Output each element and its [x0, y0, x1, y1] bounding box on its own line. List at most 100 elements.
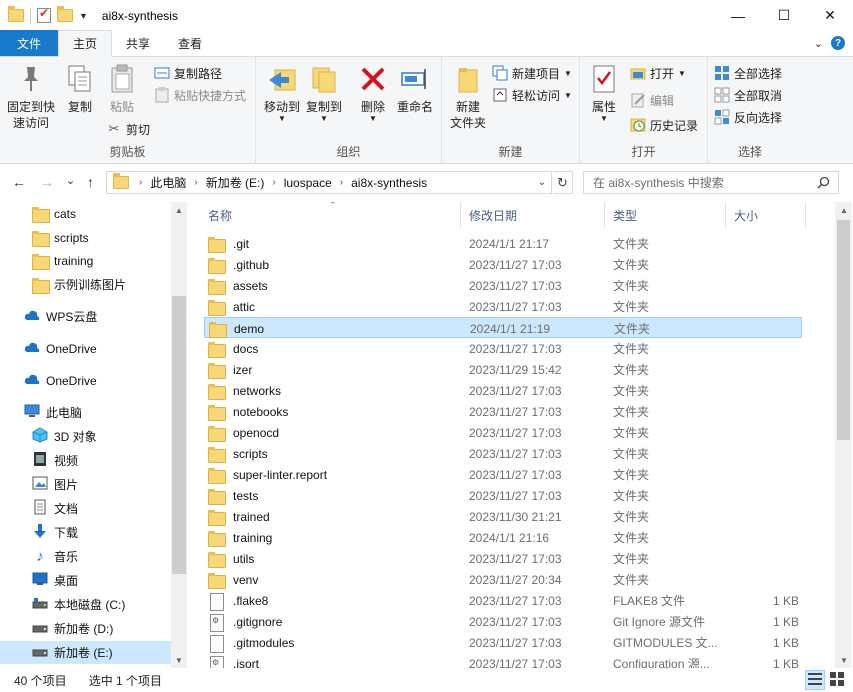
column-header-name[interactable]: 名称	[200, 202, 461, 228]
address-bar[interactable]: › 此电脑 › 新加卷 (E:) › luospace › ai8x-synth…	[106, 171, 552, 194]
refresh-button[interactable]: ↻	[553, 171, 573, 194]
properties-button[interactable]: 属性 ▼	[586, 63, 622, 123]
tab-home[interactable]: 主页	[58, 30, 113, 57]
close-button[interactable]: ✕	[807, 0, 853, 31]
nav-item-onedrive-1[interactable]: OneDrive	[24, 337, 171, 360]
table-row[interactable]: tests 2023/11/27 17:03 文件夹	[204, 485, 802, 506]
maximize-button[interactable]: ☐	[761, 0, 807, 31]
back-button[interactable]: ←	[12, 174, 26, 190]
chevron-right-icon[interactable]: ›	[336, 177, 347, 188]
nav-item-training[interactable]: training	[32, 249, 171, 272]
scroll-down-icon[interactable]: ▼	[836, 652, 852, 668]
help-icon[interactable]: ?	[831, 36, 845, 50]
quick-access-dropdown-icon[interactable]: ▼	[79, 11, 88, 21]
table-row[interactable]: .gitmodules 2023/11/27 17:03 GITMODULES 文.…	[204, 632, 802, 653]
search-input[interactable]: 在 ai8x-synthesis 中搜索	[583, 171, 839, 194]
table-row[interactable]: scripts 2023/11/27 17:03 文件夹	[204, 443, 802, 464]
breadcrumb-this-pc[interactable]: 此电脑	[146, 174, 190, 191]
move-to-button[interactable]: 移动到 ▼	[262, 63, 302, 123]
breadcrumb-ai8x-synthesis[interactable]: ai8x-synthesis	[347, 176, 431, 190]
copy-to-button[interactable]: 复制到 ▼	[304, 63, 344, 123]
table-row[interactable]: openocd 2023/11/27 17:03 文件夹	[204, 422, 802, 443]
select-none-button[interactable]: 全部取消	[714, 85, 782, 105]
recent-locations-button[interactable]: ⌄	[66, 174, 75, 187]
table-row[interactable]: .flake8 2023/11/27 17:03 FLAKE8 文件 1 KB	[204, 590, 802, 611]
file-list-scrollbar[interactable]: ▲ ▼	[835, 202, 852, 668]
pin-quick-access-button[interactable]: 固定到快 速访问	[6, 63, 56, 131]
scroll-down-icon[interactable]: ▼	[171, 652, 187, 668]
address-dropdown-icon[interactable]: ⌄	[533, 172, 551, 193]
table-row[interactable]: attic 2023/11/27 17:03 文件夹	[204, 296, 802, 317]
invert-selection-button[interactable]: 反向选择	[714, 107, 782, 127]
column-header-size[interactable]: 大小	[726, 202, 806, 228]
scroll-up-icon[interactable]: ▲	[836, 202, 852, 218]
tab-file[interactable]: 文件	[0, 30, 58, 56]
table-row[interactable]: .gitignore 2023/11/27 17:03 Git Ignore 源文件…	[204, 611, 802, 632]
cut-button[interactable]: ✂ 剪切	[106, 119, 150, 139]
nav-item-cats[interactable]: cats	[32, 202, 171, 225]
scrollbar-thumb[interactable]	[837, 220, 850, 440]
scroll-up-icon[interactable]: ▲	[171, 202, 187, 218]
chevron-down-icon[interactable]: ⌄	[814, 37, 823, 50]
nav-item-desktop[interactable]: 桌面	[32, 569, 171, 592]
breadcrumb-drive-e[interactable]: 新加卷 (E:)	[202, 174, 269, 191]
copy-button[interactable]: 复制	[62, 63, 98, 115]
table-row[interactable]: assets 2023/11/27 17:03 文件夹	[204, 275, 802, 296]
table-row[interactable]: training 2024/1/1 21:16 文件夹	[204, 527, 802, 548]
table-row[interactable]: demo 2024/1/1 21:19 文件夹	[204, 317, 802, 338]
table-row[interactable]: .git 2024/1/1 21:17 文件夹	[204, 233, 802, 254]
nav-item-3d-objects[interactable]: 3D 对象	[32, 425, 171, 448]
easy-access-button[interactable]: 轻松访问 ▼	[492, 85, 572, 105]
new-folder-button[interactable]: 新建 文件夹	[448, 63, 488, 131]
nav-item-documents[interactable]: 文档	[32, 497, 171, 520]
table-row[interactable]: venv 2023/11/27 20:34 文件夹	[204, 569, 802, 590]
new-folder-quick-icon[interactable]	[57, 6, 73, 22]
table-row[interactable]: .isort 2023/11/27 17:03 Configuration 源...…	[204, 653, 802, 668]
new-item-button[interactable]: 新建项目 ▼	[492, 63, 572, 83]
nav-item-drive-d[interactable]: 新加卷 (D:)	[32, 617, 171, 640]
nav-item-scripts[interactable]: scripts	[32, 226, 171, 249]
paste-shortcut-button[interactable]: 粘贴快捷方式	[154, 85, 246, 105]
nav-item-drive-c[interactable]: 本地磁盘 (C:)	[32, 593, 171, 616]
chevron-right-icon[interactable]: ›	[190, 177, 201, 188]
table-row[interactable]: super-linter.report 2023/11/27 17:03 文件夹	[204, 464, 802, 485]
table-row[interactable]: notebooks 2023/11/27 17:03 文件夹	[204, 401, 802, 422]
nav-item-drive-e[interactable]: 新加卷 (E:)	[0, 641, 171, 664]
table-row[interactable]: trained 2023/11/30 21:21 文件夹	[204, 506, 802, 527]
rename-button[interactable]: 重命名	[394, 63, 436, 115]
nav-item-downloads[interactable]: 下载	[32, 521, 171, 544]
column-header-date[interactable]: 修改日期	[461, 202, 605, 228]
forward-button[interactable]: →	[40, 174, 54, 190]
edit-button[interactable]: 编辑	[630, 90, 674, 110]
up-button[interactable]: ↑	[87, 174, 94, 190]
nav-item-pictures[interactable]: 图片	[32, 473, 171, 496]
tab-share[interactable]: 共享	[112, 30, 164, 56]
history-button[interactable]: 历史记录	[630, 115, 698, 135]
chevron-right-icon[interactable]: ›	[268, 177, 279, 188]
nav-item-music[interactable]: ♪ 音乐	[32, 545, 171, 568]
properties-quick-icon[interactable]	[37, 6, 51, 23]
navigation-scrollbar[interactable]: ▲ ▼	[171, 202, 187, 668]
copy-path-button[interactable]: 复制路径	[154, 63, 222, 83]
minimize-button[interactable]: —	[715, 0, 761, 31]
select-all-button[interactable]: 全部选择	[714, 63, 782, 83]
chevron-right-icon[interactable]: ›	[135, 177, 146, 188]
nav-item-wps-cloud[interactable]: WPS云盘	[24, 305, 171, 328]
table-row[interactable]: utils 2023/11/27 17:03 文件夹	[204, 548, 802, 569]
breadcrumb-luospace[interactable]: luospace	[280, 176, 336, 190]
scrollbar-thumb[interactable]	[172, 296, 186, 574]
delete-button[interactable]: 删除 ▼	[356, 63, 390, 123]
nav-item-this-pc[interactable]: 此电脑	[24, 401, 171, 424]
table-row[interactable]: docs 2023/11/27 17:03 文件夹	[204, 338, 802, 359]
nav-item-onedrive-2[interactable]: OneDrive	[24, 369, 171, 392]
table-row[interactable]: izer 2023/11/29 15:42 文件夹	[204, 359, 802, 380]
tab-view[interactable]: 查看	[164, 30, 216, 56]
open-button[interactable]: 打开 ▼	[630, 63, 686, 83]
paste-button[interactable]: 粘贴	[104, 63, 140, 115]
details-view-button[interactable]	[805, 670, 825, 690]
nav-item-videos[interactable]: 视频	[32, 449, 171, 472]
nav-item-sample-images[interactable]: 示例训练图片	[32, 273, 171, 296]
large-icons-view-button[interactable]	[827, 670, 847, 690]
column-header-type[interactable]: 类型	[605, 202, 726, 228]
table-row[interactable]: networks 2023/11/27 17:03 文件夹	[204, 380, 802, 401]
